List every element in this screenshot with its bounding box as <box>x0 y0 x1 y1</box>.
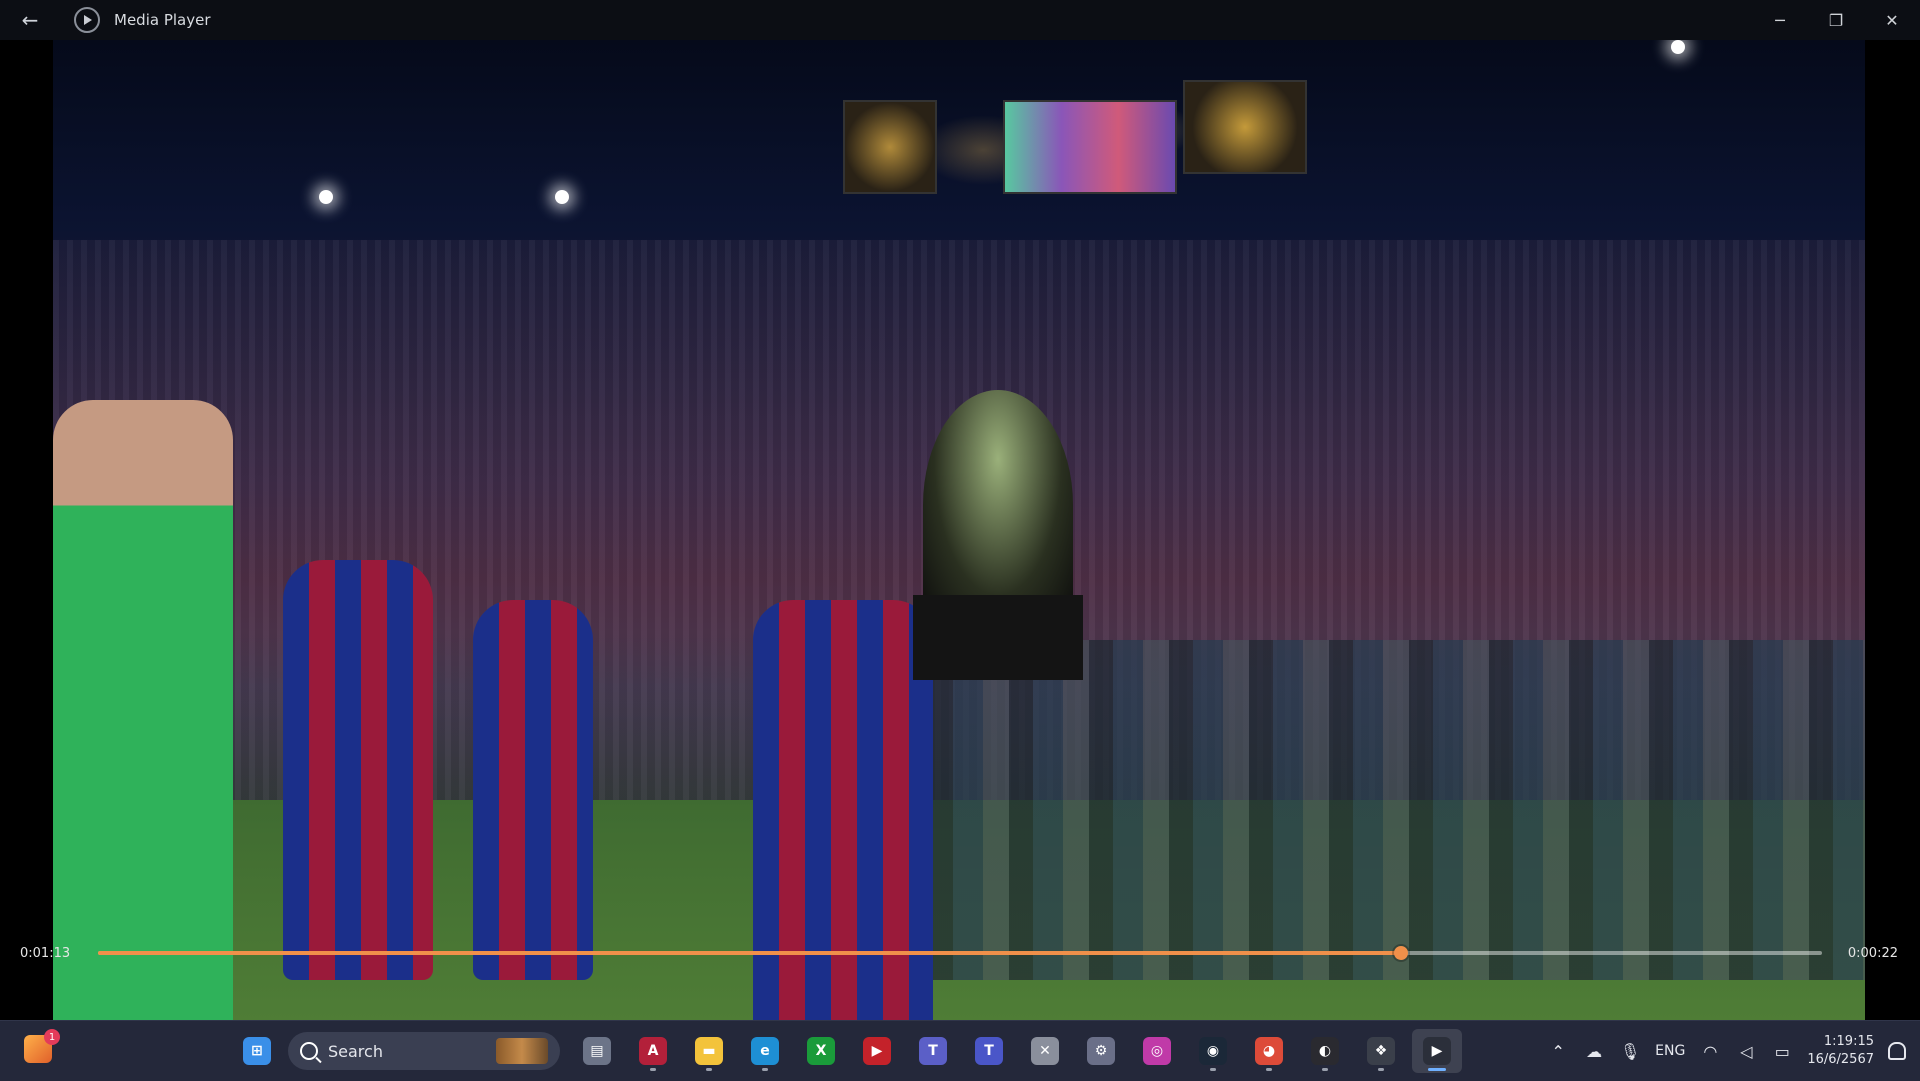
media-player-app-icon <box>74 7 100 33</box>
window-title: Media Player <box>114 11 211 29</box>
steam-icon: ◉ <box>1199 1037 1227 1065</box>
search-label: Search <box>328 1041 383 1061</box>
davinci-icon: ❖ <box>1367 1037 1395 1065</box>
running-indicator <box>706 1068 712 1071</box>
teams-icon: T <box>919 1037 947 1065</box>
elapsed-time: 0:01:13 <box>20 946 71 961</box>
taskbar-app-steam[interactable]: ◉ <box>1188 1029 1238 1073</box>
back-arrow-icon[interactable]: ← <box>0 0 60 40</box>
stadium-screen <box>1003 100 1177 194</box>
cloud-icon[interactable]: ☁ <box>1583 1042 1605 1061</box>
search-box[interactable]: Search <box>288 1032 560 1070</box>
xbox-icon: X <box>807 1037 835 1065</box>
player-figure <box>753 600 933 1020</box>
remaining-time: 0:00:22 <box>1847 946 1898 961</box>
access-icon: A <box>639 1037 667 1065</box>
camera-icon: ◎ <box>1143 1037 1171 1065</box>
stadium-screen <box>1183 80 1307 174</box>
taskbar-app-obs[interactable]: ◐ <box>1300 1029 1350 1073</box>
taskbar-apps: ⊞ Search ▤ A ▬ e X ▶ T T ✕ ⚙ ◎ ◉ ◕ ◐ ❖ ▶ <box>232 1029 1462 1073</box>
running-indicator <box>762 1068 768 1071</box>
close-button[interactable]: ✕ <box>1864 0 1920 40</box>
chevron-up-icon[interactable]: ⌃ <box>1547 1042 1569 1061</box>
stadium-light <box>319 190 333 204</box>
game-icon: ▶ <box>863 1037 891 1065</box>
notification-badge: 1 <box>44 1029 60 1045</box>
taskbar-app-settings-app[interactable]: ⚙ <box>1076 1029 1126 1073</box>
player-figure <box>473 600 593 980</box>
running-indicator <box>650 1068 656 1071</box>
photographers-crowd <box>873 640 1865 980</box>
media-player-icon: ▶ <box>1423 1037 1451 1065</box>
taskbar-app-file-explorer[interactable]: ▬ <box>684 1029 734 1073</box>
stadium-light <box>1671 40 1685 54</box>
taskbar: 1 ⊞ Search ▤ A ▬ e X ▶ T T ✕ ⚙ ◎ ◉ ◕ ◐ ❖ ▶ ⌃ ☁ 🎙 ENG ◠ ◁ … <box>0 1020 1920 1081</box>
running-indicator <box>1428 1068 1446 1071</box>
taskbar-app-access[interactable]: A <box>628 1029 678 1073</box>
teams-new-icon: T <box>975 1037 1003 1065</box>
trophy <box>923 390 1073 620</box>
windows-icon: ⊞ <box>243 1037 271 1065</box>
taskbar-app-teams[interactable]: T <box>908 1029 958 1073</box>
taskbar-app-edge[interactable]: e <box>740 1029 790 1073</box>
folder-icon: ▬ <box>695 1037 723 1065</box>
chrome-icon: ◕ <box>1255 1037 1283 1065</box>
taskbar-app-game-app[interactable]: ▶ <box>852 1029 902 1073</box>
trophy-base <box>913 595 1083 680</box>
stadium-light <box>555 190 569 204</box>
goalkeeper-figure <box>53 400 233 1020</box>
notification-bell-icon[interactable] <box>1888 1042 1906 1060</box>
search-highlight-image <box>496 1038 548 1064</box>
speaker-icon[interactable]: ◁ <box>1735 1042 1757 1061</box>
weather-widget[interactable]: 1 <box>24 1029 60 1067</box>
stadium-screen <box>843 100 937 194</box>
gear-icon: ⚙ <box>1087 1037 1115 1065</box>
tools-icon: ✕ <box>1031 1037 1059 1065</box>
system-tray: ⌃ ☁ 🎙 ENG ◠ ◁ ▭ 1:19:15 16/6/2567 <box>1547 1029 1906 1073</box>
video-frame[interactable] <box>53 40 1865 1020</box>
clock-time: 1:19:15 <box>1823 1034 1874 1049</box>
edge-icon: e <box>751 1037 779 1065</box>
wifi-icon[interactable]: ◠ <box>1699 1042 1721 1061</box>
taskbar-app-xbox[interactable]: X <box>796 1029 846 1073</box>
clock[interactable]: 1:19:15 16/6/2567 <box>1807 1033 1874 1069</box>
running-indicator <box>1378 1068 1384 1071</box>
running-indicator <box>1322 1068 1328 1071</box>
taskbar-app-tools[interactable]: ✕ <box>1020 1029 1070 1073</box>
running-indicator <box>1266 1068 1272 1071</box>
taskbar-app-media-player[interactable]: ▶ <box>1412 1029 1462 1073</box>
clock-date: 16/6/2567 <box>1807 1052 1874 1067</box>
taskbar-app-chrome[interactable]: ◕ <box>1244 1029 1294 1073</box>
maximize-button[interactable]: ❐ <box>1808 0 1864 40</box>
seek-bar-fill <box>98 951 1402 955</box>
battery-icon[interactable]: ▭ <box>1771 1042 1793 1061</box>
minimize-button[interactable]: ─ <box>1752 0 1808 40</box>
taskbar-app-start[interactable]: ⊞ <box>232 1029 282 1073</box>
taskbar-app-photo-app[interactable]: ◎ <box>1132 1029 1182 1073</box>
microphone-icon[interactable]: 🎙 <box>1619 1042 1641 1061</box>
running-indicator <box>1210 1068 1216 1071</box>
taskbar-app-task-view[interactable]: ▤ <box>572 1029 622 1073</box>
obs-icon: ◐ <box>1311 1037 1339 1065</box>
task-view-icon: ▤ <box>583 1037 611 1065</box>
search-icon <box>300 1042 318 1060</box>
title-bar: ← Media Player ─ ❐ ✕ <box>0 0 1920 40</box>
seek-bar[interactable] <box>98 946 1822 960</box>
taskbar-app-davinci[interactable]: ❖ <box>1356 1029 1406 1073</box>
window-controls: ─ ❐ ✕ <box>1752 0 1920 40</box>
language-indicator[interactable]: ENG <box>1655 1043 1685 1059</box>
player-figure <box>283 560 433 980</box>
taskbar-app-teams-new[interactable]: T <box>964 1029 1014 1073</box>
